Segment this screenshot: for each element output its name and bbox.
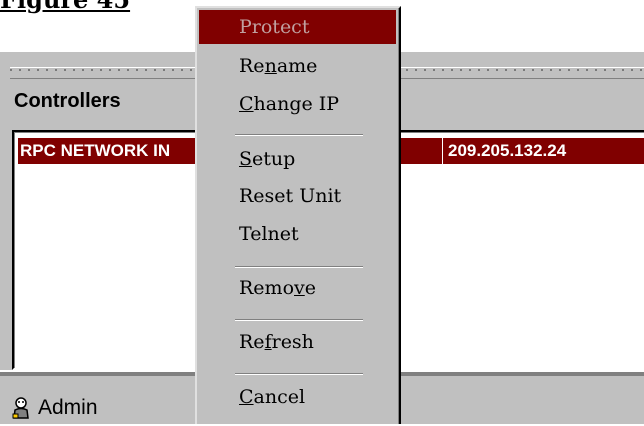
- menu-separator: [235, 319, 363, 321]
- status-user: Admin: [12, 396, 98, 420]
- menu-separator: [235, 134, 363, 136]
- menu-item-refresh[interactable]: Refresh: [199, 325, 396, 359]
- menu-item-setup[interactable]: Setup: [199, 142, 396, 176]
- context-menu: Protect Rename Change IP Setup Reset Uni…: [195, 6, 401, 424]
- controller-ip-cell: 209.205.132.24: [448, 141, 567, 160]
- menu-item-cancel[interactable]: Cancel: [199, 380, 396, 414]
- user-icon: [12, 397, 29, 419]
- menu-item-change-ip[interactable]: Change IP: [199, 87, 396, 121]
- status-user-label: Admin: [38, 396, 98, 419]
- menu-item-telnet[interactable]: Telnet: [199, 217, 396, 251]
- controllers-heading: Controllers: [14, 90, 121, 112]
- figure-caption: Figure 45: [0, 0, 130, 14]
- menu-separator: [235, 373, 363, 375]
- menu-item-protect[interactable]: Protect: [199, 10, 396, 44]
- menu-item-rename[interactable]: Rename: [199, 49, 396, 83]
- menu-item-remove[interactable]: Remove: [199, 271, 396, 305]
- controller-name-cell: RPC NETWORK IN: [20, 141, 171, 160]
- menu-item-reset-unit[interactable]: Reset Unit: [199, 179, 396, 213]
- menu-separator: [235, 266, 363, 268]
